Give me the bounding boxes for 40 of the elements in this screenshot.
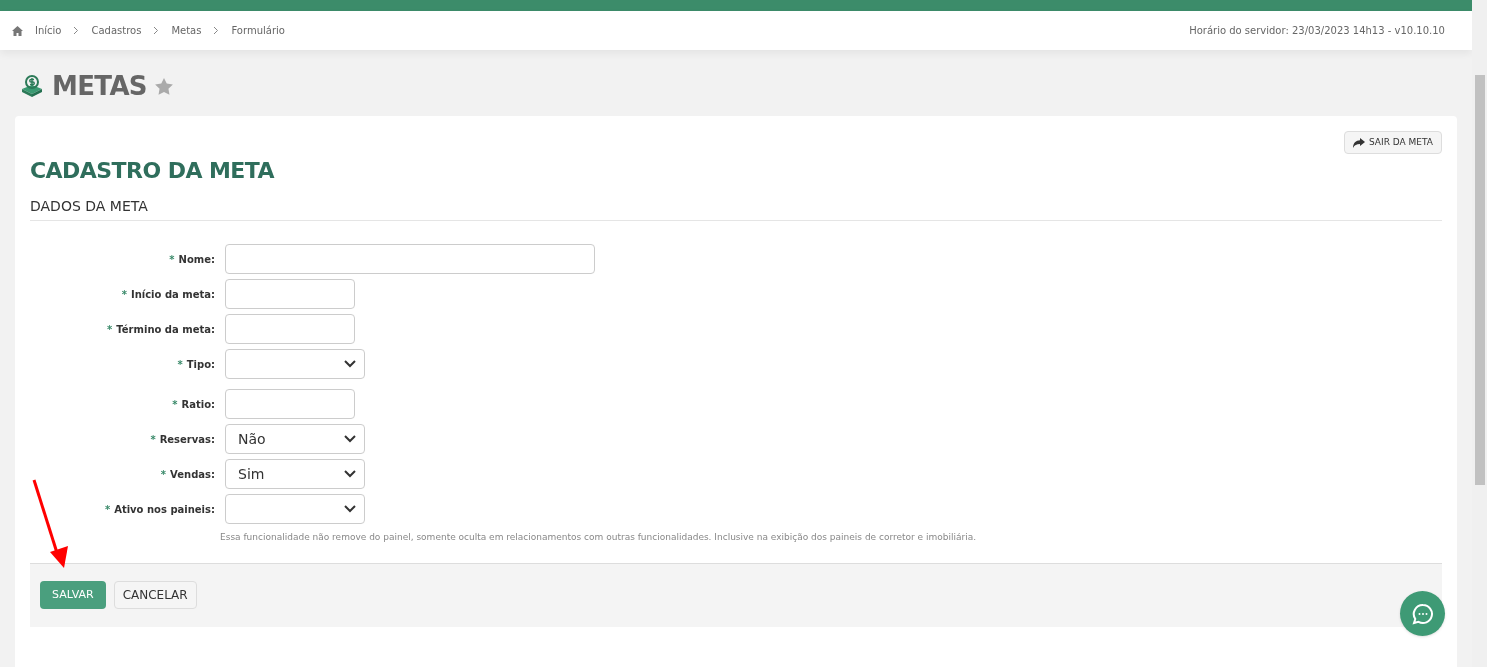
- chevron-down-icon: [344, 360, 356, 368]
- save-button[interactable]: SALVAR: [40, 581, 106, 609]
- breadcrumb-link[interactable]: Formulário: [231, 23, 285, 38]
- breadcrumb-link[interactable]: Cadastros: [91, 23, 142, 38]
- share-arrow-icon: [1353, 137, 1365, 148]
- chat-bubble-icon: [1411, 602, 1434, 625]
- server-time: Horário do servidor: 23/03/2023 14h13 - v10.10.10: [1189, 24, 1445, 38]
- select-field[interactable]: [225, 494, 365, 524]
- select-field[interactable]: Não: [225, 424, 365, 454]
- field-label: * Término da meta:: [106, 322, 216, 337]
- breadcrumb-link[interactable]: Início: [35, 23, 62, 38]
- field-label: * Início da meta:: [120, 287, 216, 302]
- breadcrumb-link[interactable]: Metas: [171, 23, 202, 38]
- input-field[interactable]: [225, 389, 355, 419]
- chevron-down-icon: [344, 435, 356, 443]
- field-label: * Ativo nos paineis:: [103, 502, 216, 517]
- form-title: CADASTRO DA META: [30, 157, 276, 185]
- chevron-down-icon: [344, 470, 356, 478]
- input-field[interactable]: [225, 314, 355, 344]
- cancel-button[interactable]: CANCELAR: [113, 581, 197, 609]
- field-label: * Reservas:: [149, 432, 216, 447]
- select-field[interactable]: [225, 349, 365, 379]
- select-field[interactable]: Sim: [225, 459, 365, 489]
- field-label: * Ratio:: [171, 397, 216, 412]
- chevron-right-icon: [73, 26, 80, 35]
- help-text: Essa funcionalidade não remove do painel, somente oculta em relacionamentos com outras funcionalidades. Inclusive na exibição dos paineis de corretor e imobiliária.: [220, 531, 978, 544]
- exit-button[interactable]: SAIR DA META: [1344, 131, 1442, 154]
- section-title: DADOS DA META: [30, 196, 1442, 221]
- page-title: METAS: [52, 69, 147, 103]
- field-label: * Vendas:: [159, 467, 216, 482]
- chevron-down-icon: [344, 505, 356, 513]
- field-label: * Tipo:: [176, 357, 216, 372]
- money-box-icon: [20, 74, 44, 98]
- home-icon: [12, 25, 23, 36]
- field-label: * Nome:: [168, 252, 216, 267]
- chevron-right-icon: [153, 26, 160, 35]
- star-icon[interactable]: [154, 77, 173, 95]
- input-field[interactable]: [225, 279, 355, 309]
- input-field[interactable]: [225, 244, 595, 274]
- chevron-right-icon: [213, 26, 220, 35]
